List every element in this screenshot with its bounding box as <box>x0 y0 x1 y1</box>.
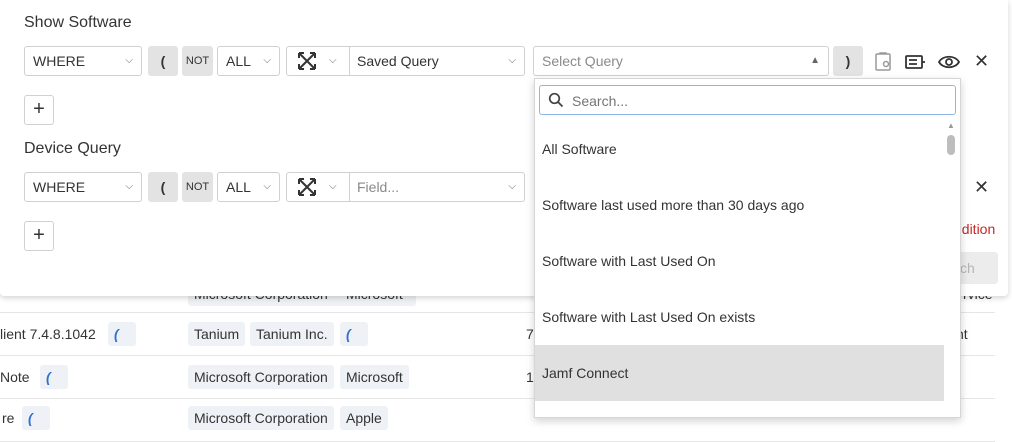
where-select[interactable]: WHERE ⌵ <box>24 46 142 76</box>
not-toggle[interactable]: NOT <box>182 46 213 76</box>
all-select-value: ALL <box>226 53 251 69</box>
brand-chip: Tanium Inc. <box>250 322 334 346</box>
cross-arrows-icon <box>298 52 316 70</box>
device-query-title: Device Query <box>24 140 121 157</box>
dropdown-search[interactable] <box>539 85 956 115</box>
software-name: re <box>2 410 15 426</box>
scrollbar-thumb[interactable] <box>947 135 955 155</box>
settings-clipboard-icon[interactable] <box>871 50 895 74</box>
open-paren-toggle[interactable]: ( <box>148 172 178 202</box>
chevron-down-icon: ⌵ <box>263 55 271 66</box>
field-select-placeholder: Field... <box>357 179 400 195</box>
close-icon[interactable]: ✕ <box>974 177 989 198</box>
field-select-value: Saved Query <box>357 53 439 69</box>
where-select-value: WHERE <box>33 53 86 69</box>
show-software-title: Show Software <box>24 14 132 31</box>
version-chip: ( <box>22 406 50 430</box>
add-condition-button[interactable]: + <box>24 221 54 251</box>
field-toggle-icon[interactable] <box>903 50 927 74</box>
query-select-placeholder: Select Query <box>542 53 623 69</box>
chevron-down-icon: ⌵ <box>125 55 133 66</box>
query-select[interactable]: Select Query ▲ <box>533 46 829 76</box>
vendor-chip: Microsoft Corporation <box>188 365 334 389</box>
brand-chip: Microsoft <box>340 365 409 389</box>
close-icon[interactable]: ✕ <box>974 51 989 72</box>
open-paren-toggle[interactable]: ( <box>148 46 178 76</box>
version-chip: ( <box>40 365 68 389</box>
software-name: lient 7.4.8.1042 <box>0 326 96 342</box>
all-select[interactable]: ALL ⌵ <box>217 172 280 202</box>
chevron-down-icon: ⌵ <box>329 181 337 192</box>
chevron-up-icon: ▲ <box>810 55 820 66</box>
table-cell-fragment: 1 <box>526 369 534 385</box>
vendor-chip: Microsoft Corporation <box>188 406 334 430</box>
operator-select[interactable]: ⌵ Saved Query ⌵ <box>286 46 525 76</box>
divider <box>349 173 350 201</box>
dropdown-item[interactable]: Software with Last Used On exists <box>535 289 944 345</box>
table-cell-fragment: 7 <box>526 326 534 342</box>
search-icon <box>548 92 564 108</box>
scroll-up-icon[interactable]: ▲ <box>947 121 955 130</box>
search-button-label: ch <box>960 260 975 276</box>
software-name: Note <box>0 369 30 385</box>
chevron-down-icon: ⌵ <box>263 181 271 192</box>
eye-icon[interactable] <box>937 50 961 74</box>
dropdown-scrollbar[interactable]: ▲ <box>944 121 958 417</box>
cross-arrows-icon <box>298 178 316 196</box>
where-select-value: WHERE <box>33 179 86 195</box>
vendor-chip: Tanium <box>188 322 246 346</box>
dropdown-item[interactable]: Software last used more than 30 days ago <box>535 177 944 233</box>
all-select-value: ALL <box>226 179 251 195</box>
chevron-down-icon: ⌵ <box>125 181 133 192</box>
dropdown-item[interactable]: Jamf Connect <box>535 345 944 401</box>
version-chip: ( <box>340 322 368 346</box>
query-dropdown: All Software Software last used more tha… <box>534 78 961 418</box>
dropdown-item[interactable]: Software with Last Used On <box>535 233 944 289</box>
search-input[interactable] <box>570 90 944 112</box>
chevron-down-icon: ⌵ <box>329 55 337 66</box>
chevron-down-icon: ⌵ <box>508 55 516 66</box>
chevron-down-icon: ⌵ <box>508 181 516 192</box>
brand-chip: Apple <box>340 406 388 430</box>
add-condition-button[interactable]: + <box>24 95 54 125</box>
dropdown-item[interactable]: All Software <box>535 121 944 177</box>
operator-select[interactable]: ⌵ Field... ⌵ <box>286 172 525 202</box>
all-select[interactable]: ALL ⌵ <box>217 46 280 76</box>
divider <box>349 47 350 75</box>
close-paren-toggle[interactable]: ) <box>833 46 863 76</box>
where-select[interactable]: WHERE ⌵ <box>24 172 142 202</box>
not-toggle[interactable]: NOT <box>182 172 213 202</box>
version-chip: ( <box>108 322 136 346</box>
